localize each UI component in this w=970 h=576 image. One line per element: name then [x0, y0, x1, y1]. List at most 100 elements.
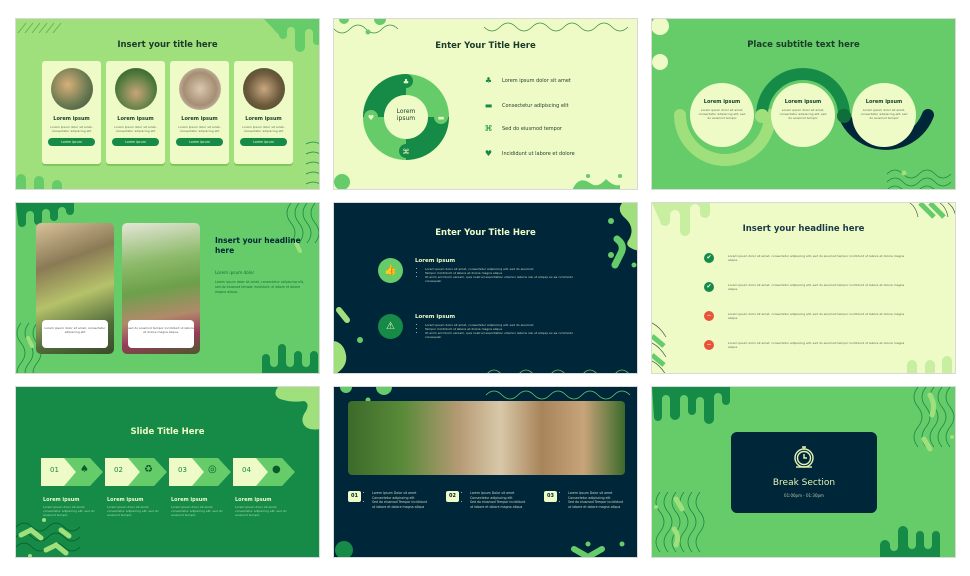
info-column: 02 Lorem Ipsum Dolor sit amet Consectetu…	[446, 491, 528, 509]
slide-thumbnail-4[interactable]: Lorem ipsum dolor sit amet, consectetur …	[15, 202, 320, 374]
list-item: ♥ Incididunt ut labore et dolore	[484, 149, 575, 158]
check-icon: ✔	[704, 253, 714, 263]
feature-row: 👍 Lorem ipsum Lorem ipsum dolor sit amet…	[378, 258, 590, 283]
bullet: Lorem Ipsum Dolor sit amet Consectetur a…	[470, 491, 528, 500]
bullet-list: Lorem Ipsum Dolor sit amet Consectetur a…	[470, 491, 528, 509]
step-body: Lorem ipsum dolor sit amet, consectetur …	[235, 505, 287, 517]
network-icon: ⌘	[484, 124, 493, 133]
card: Lorem ipsum Lorem ipsum dolor sit amet, …	[170, 61, 229, 164]
circle-body: Lorem ipsum dolor sit amet, consectetur …	[860, 108, 908, 120]
slide-title: Insert your headline here	[742, 224, 865, 234]
card: Lorem ipsum Lorem ipsum dolor sit amet, …	[106, 61, 165, 164]
bullet: Lorem Ipsum Dolor sit amet Consectetur a…	[372, 491, 430, 500]
slide-thumbnail-1[interactable]: Insert your title here Lorem ipsum Lorem…	[15, 18, 320, 190]
card-button[interactable]: Lorem ipsum	[240, 138, 287, 146]
slide-subheading: Lorem ipsum dolor	[215, 270, 255, 275]
slide-thumbnail-7[interactable]: Slide Title Here 01 02 03 04 ♠ ♻ ◎ ● Lor…	[15, 386, 320, 558]
card-body: Lorem ipsum dolor sit amet, consectetur …	[50, 125, 93, 133]
item-text: Incididunt ut labore et dolore	[502, 150, 575, 157]
card-button[interactable]: Lorem ipsum	[176, 138, 223, 146]
bullet: Sed do eiusmod Tempor incididunt ut labo…	[568, 500, 626, 509]
slide-title: Enter Your Title Here	[435, 41, 536, 51]
slide-title: Place subtitle text here	[747, 40, 860, 50]
minus-icon: −	[704, 340, 714, 350]
item-text: Consectetur adipiscing elit	[502, 102, 569, 109]
card-button[interactable]: Lorem ipsum	[112, 138, 159, 146]
slide-headline: Insert your headline here	[215, 236, 301, 255]
status-row: ✔ Lorem ipsum dolor sit amet, consectetur…	[704, 253, 908, 263]
slide-thumbnail-3[interactable]: Place subtitle text here Lorem ipsum Lore…	[651, 18, 956, 190]
column-number: 03	[544, 491, 557, 502]
handshake-icon: ♥	[484, 149, 493, 158]
break-title: Break Section	[772, 478, 836, 488]
card-photo	[178, 68, 221, 110]
status-row: − Lorem ipsum dolor sit amet, consectetur…	[704, 311, 908, 321]
card-button[interactable]: Lorem ipsum	[48, 138, 95, 146]
check-icon: ✔	[704, 282, 714, 292]
thumbs-up-icon: 👍	[378, 258, 403, 283]
bullet-list: Lorem Ipsum Dolor sit amet Consectetur a…	[568, 491, 626, 509]
card-body: Lorem ipsum dolor sit amet, consectetur …	[114, 125, 157, 133]
step-number: 01	[50, 466, 59, 474]
slide-thumbnail-8[interactable]: 01 Lorem Ipsum Dolor sit amet Consectetu…	[333, 386, 638, 558]
slide-title: Insert your title here	[117, 40, 218, 50]
status-row: ✔ Lorem ipsum dolor sit amet, consectetur…	[704, 282, 908, 292]
step-number: 03	[178, 466, 187, 474]
column-number: 02	[446, 491, 459, 502]
svg-text:⌘: ⌘	[403, 148, 410, 156]
circle-body: Lorem ipsum dolor sit amet, consectetur …	[698, 108, 746, 120]
svg-text:♥: ♥	[368, 114, 374, 122]
svg-text:▬: ▬	[438, 114, 445, 122]
svg-text:♣: ♣	[403, 78, 409, 86]
step-number: 04	[242, 466, 251, 474]
bullet-list: Lorem ipsum dolor sit amet, consectetur …	[425, 267, 590, 283]
step-circle: Lorem ipsum Lorem ipsum dolor sit amet, c…	[852, 83, 916, 147]
caption-bubble: sed do eiusmod tempor incididunt ut labo…	[128, 320, 194, 348]
step-circle: Lorem ipsum Lorem ipsum dolor sit amet, c…	[771, 83, 835, 147]
info-column: 01 Lorem Ipsum Dolor sit amet Consectetu…	[348, 491, 430, 509]
card-body: Lorem ipsum dolor sit amet, consectetur …	[242, 125, 285, 133]
step-heading: Lorem ipsum	[171, 497, 208, 503]
card-photo	[50, 68, 93, 110]
watering-photo: sed do eiusmod tempor incididunt ut labo…	[122, 223, 200, 354]
step-heading: Lorem ipsum	[235, 497, 272, 503]
slide-title: Enter Your Title Here	[435, 228, 536, 238]
step-circle: Lorem ipsum Lorem ipsum dolor sit amet, c…	[690, 83, 754, 147]
info-column: 03 Lorem Ipsum Dolor sit amet Consectetu…	[544, 491, 626, 509]
slide-thumbnail-9[interactable]: Break Section 01:00pm - 01:30pm	[651, 386, 956, 558]
step-number: 02	[114, 466, 123, 474]
slide-title: Slide Title Here	[130, 427, 205, 437]
card-body: Lorem ipsum dolor sit amet, consectetur …	[178, 125, 221, 133]
card-heading: Lorem ipsum	[245, 116, 282, 122]
item-text: Sed do eiusmod tempor	[502, 125, 562, 132]
step-heading: Lorem ipsum	[43, 497, 80, 503]
circle-heading: Lorem ipsum	[865, 99, 903, 105]
card-photo	[242, 68, 285, 110]
bullet-list: Lorem Ipsum Dolor sit amet Consectetur a…	[372, 491, 430, 509]
recycle-icon: ♻	[144, 464, 153, 475]
card-heading: Lorem ipsum	[181, 116, 218, 122]
warning-icon: ⚠	[378, 314, 403, 339]
slide-thumbnail-2[interactable]: ♣ ▬ ⌘ ♥ Enter Your Title Here Lorem ipsum ♣…	[333, 18, 638, 190]
break-time: 01:00pm - 01:30pm	[784, 493, 824, 498]
list-item: ▬ Consectetur adipiscing elit	[484, 101, 569, 110]
people-icon: ♣	[484, 76, 493, 85]
circle-body: Lorem ipsum dolor sit amet, consectetur …	[779, 108, 827, 120]
break-section-card: Break Section 01:00pm - 01:30pm	[731, 432, 877, 513]
item-text: Lorem ipsum dolor sit amet	[502, 77, 571, 84]
bullet: Ut enim ad minim veniam, quis nostrud ex…	[425, 331, 590, 339]
row-heading: Lorem ipsum	[415, 258, 456, 264]
hand-plant-icon: ♠	[80, 464, 89, 475]
slide-thumbnail-5[interactable]: Enter Your Title Here 👍 Lorem ipsum Lore…	[333, 202, 638, 374]
bullet: Ut enim ad minim veniam, quis nostrud ex…	[425, 275, 590, 283]
stopwatch-icon	[794, 446, 814, 468]
slide-thumbnail-6[interactable]: Insert your headline here ✔ Lorem ipsum d…	[651, 202, 956, 374]
feature-row: ⚠ Lorem ipsum Lorem ipsum dolor sit amet…	[378, 314, 590, 339]
list-item: ♣ Lorem ipsum dolor sit amet	[484, 76, 571, 85]
compass-icon: ◎	[208, 464, 217, 475]
status-text: Lorem ipsum dolor sit amet, consectetur …	[728, 253, 905, 263]
circle-heading: Lorem ipsum	[703, 99, 741, 105]
column-number: 01	[348, 491, 361, 502]
cycle-center-label: Lorem ipsum	[396, 108, 416, 122]
slide-body: Lorem ipsum dolor sit amet, consectetur …	[215, 280, 304, 294]
